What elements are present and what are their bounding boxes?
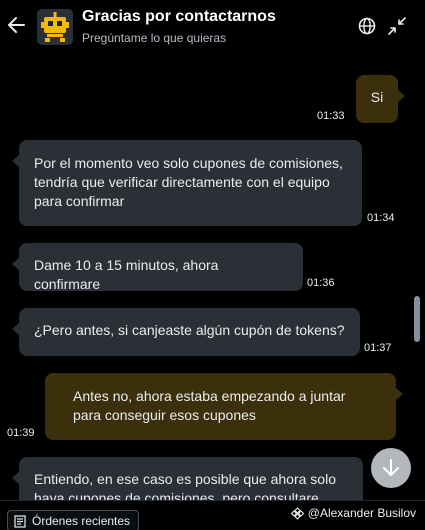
message-text: Antes no, ahora estaba empezando a junta… — [73, 388, 346, 423]
message-time: 01:39 — [7, 427, 35, 439]
binance-logo-icon — [290, 506, 304, 520]
user-message: Si — [356, 75, 405, 123]
collapse-arrows-icon — [388, 17, 406, 35]
footer-bar: Órdenes recientes @Alexander Busilov — [0, 500, 425, 530]
message-text: Dame 10 a 15 minutos, ahora confirmare — [34, 257, 219, 292]
message-text: ¿Pero antes, si canjeaste algún cupón de… — [34, 322, 345, 338]
user-message: Antes no, ahora estaba empezando a junta… — [45, 373, 403, 440]
recent-orders-button[interactable]: Órdenes recientes — [7, 510, 140, 530]
chat-title: Gracias por contactarnos — [82, 8, 276, 25]
recent-orders-label: Órdenes recientes — [32, 514, 131, 528]
bot-avatar — [37, 9, 73, 45]
message-time: 01:34 — [367, 212, 395, 224]
back-button[interactable] — [7, 14, 27, 36]
message-time: 01:37 — [364, 342, 392, 354]
message-list[interactable]: Si 01:33 Por el momento veo solo cupones… — [0, 54, 425, 500]
credit-label: @Alexander Busilov — [307, 506, 416, 520]
arrow-down-icon — [383, 459, 399, 476]
collapse-button[interactable] — [387, 16, 407, 36]
globe-icon — [358, 17, 376, 35]
message-text: Por el momento veo solo cupones de comis… — [34, 155, 343, 209]
message-text: Entiendo, en ese caso es posible que aho… — [34, 471, 336, 500]
agent-message: Dame 10 a 15 minutos, ahora confirmare — [12, 243, 303, 292]
language-button[interactable] — [357, 16, 377, 36]
robot-icon — [37, 9, 73, 45]
scroll-to-bottom-button[interactable] — [371, 448, 411, 488]
agent-message: Por el momento veo solo cupones de comis… — [12, 140, 362, 226]
chat-subtitle: Pregúntame lo que quieras — [82, 31, 227, 45]
agent-message: Entiendo, en ese caso es posible que aho… — [12, 457, 363, 500]
message-time: 01:36 — [307, 277, 335, 289]
receipt-icon — [14, 514, 26, 528]
agent-message: ¿Pero antes, si canjeaste algún cupón de… — [12, 308, 360, 356]
message-text: Si — [370, 89, 384, 105]
credit-text: @Alexander Busilov — [290, 506, 416, 520]
chat-header: Gracias por contactarnos Pregúntame lo q… — [0, 0, 425, 54]
scrollbar[interactable] — [414, 296, 420, 342]
message-time: 01:33 — [317, 110, 345, 122]
arrow-left-icon — [8, 17, 25, 33]
